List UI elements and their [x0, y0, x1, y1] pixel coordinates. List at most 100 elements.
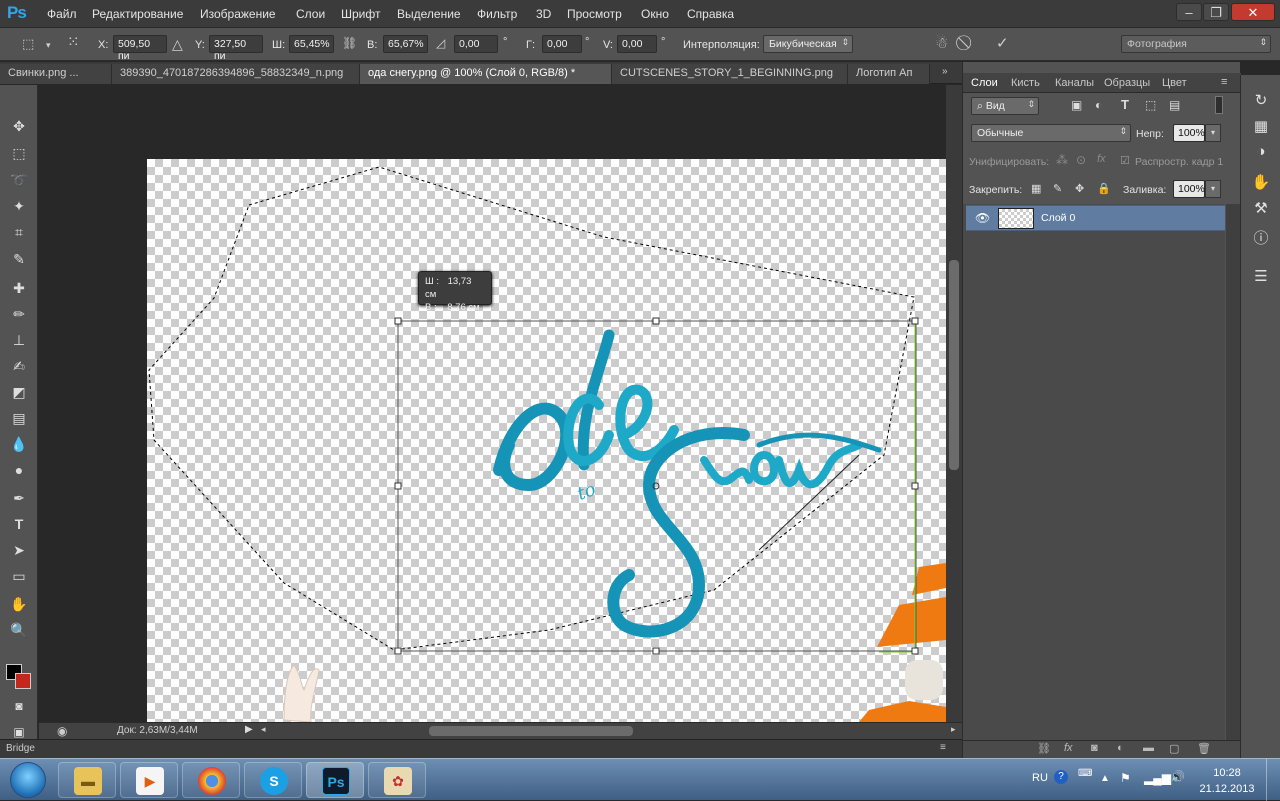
vskew-field[interactable]: 0,00 — [617, 35, 657, 53]
menu-edit[interactable]: Редактирование — [92, 7, 183, 21]
layer-row[interactable]: 👁 Слой 0 — [966, 205, 1225, 231]
scroll-right-icon[interactable]: ▸ — [951, 724, 956, 735]
rotation-field[interactable]: 0,00 — [454, 35, 498, 53]
scroll-left-icon[interactable]: ◂ — [261, 724, 266, 735]
eye-icon[interactable]: 👁 — [975, 211, 990, 225]
history-panel-icon[interactable]: ↻ — [1251, 91, 1271, 111]
minimize-button[interactable]: – — [1176, 3, 1202, 21]
horizontal-scroll-thumb[interactable] — [429, 726, 633, 736]
tab-color[interactable]: Цвет — [1162, 77, 1187, 89]
signal-icon[interactable]: ▂▄▆ — [1144, 771, 1171, 785]
opacity-dropdown-icon[interactable]: ▾ — [1205, 124, 1221, 142]
properties-panel-icon[interactable]: ▦ — [1251, 117, 1271, 137]
transform-tool-icon[interactable]: ⬚ — [22, 36, 34, 52]
panel-menu-icon[interactable]: ≡ — [1221, 76, 1227, 88]
hand-tool-icon[interactable]: ✋ — [7, 593, 31, 615]
marquee-tool-icon[interactable]: ⬚ — [7, 142, 31, 164]
filter-toggle[interactable] — [1215, 96, 1223, 114]
lock-pixels-icon[interactable]: ✎ — [1053, 182, 1062, 195]
tab-document-2[interactable]: 389390_470187286394896_58832349_n.png — [112, 64, 360, 84]
type-tool-icon[interactable]: T — [7, 513, 31, 535]
new-layer-icon[interactable]: ▢ — [1169, 742, 1179, 755]
delta-icon[interactable]: △ — [172, 36, 183, 53]
shape-filter-icon[interactable]: ⬚ — [1145, 98, 1156, 112]
tab-brush[interactable]: Кисть — [1011, 77, 1040, 89]
layer-kind-filter[interactable]: ⌕ Вид — [971, 97, 1039, 115]
tab-document-5[interactable]: Логотип Ап — [848, 64, 930, 84]
healing-brush-tool-icon[interactable]: ✚ — [7, 277, 31, 299]
taskbar-explorer[interactable]: ▬ — [58, 762, 116, 798]
adjustment-layer-icon[interactable]: ◐ — [1117, 742, 1124, 754]
add-mask-icon[interactable]: ◙ — [1091, 742, 1098, 754]
blend-mode-select[interactable]: Обычные — [971, 124, 1131, 142]
mini-bridge-label[interactable]: Bridge — [6, 743, 35, 754]
opacity-field[interactable]: 100% — [1173, 124, 1205, 142]
clock-date[interactable]: 21.12.2013 — [1198, 783, 1256, 795]
fill-field[interactable]: 100% — [1173, 180, 1205, 198]
lock-transparency-icon[interactable]: ▦ — [1031, 182, 1041, 195]
clock-time[interactable]: 10:28 — [1198, 767, 1256, 779]
y-field[interactable]: 327,50 пи — [209, 35, 263, 62]
taskbar-media-player[interactable]: ▶ — [120, 762, 178, 798]
lock-all-icon[interactable]: 🔒 — [1097, 182, 1111, 195]
propagate-checkbox[interactable]: ☑ — [1120, 154, 1130, 167]
commit-transform-icon[interactable]: ✓ — [996, 34, 1009, 52]
rectangle-tool-icon[interactable]: ▭ — [7, 565, 31, 587]
keyboard-icon[interactable]: ⌨ — [1078, 768, 1092, 779]
type-filter-icon[interactable]: T — [1121, 97, 1129, 112]
paragraph-panel-icon[interactable]: ☰ — [1251, 267, 1271, 287]
help-icon[interactable]: ? — [1054, 770, 1068, 784]
vertical-scrollbar[interactable] — [946, 85, 962, 722]
delete-layer-icon[interactable]: 🗑 — [1197, 742, 1211, 755]
info-panel-icon[interactable]: ⓘ — [1251, 227, 1271, 247]
panel-menu-icon[interactable]: ≡ — [940, 742, 946, 753]
unify-position-icon[interactable]: ⁂ — [1056, 153, 1068, 167]
menu-layers[interactable]: Слои — [296, 7, 325, 21]
menu-image[interactable]: Изображение — [200, 7, 276, 21]
status-arrow-icon[interactable]: ▶ — [245, 724, 253, 735]
tab-channels[interactable]: Каналы — [1055, 77, 1094, 89]
fill-dropdown-icon[interactable]: ▾ — [1205, 180, 1221, 198]
start-button[interactable] — [2, 759, 54, 801]
adjustments-panel-icon[interactable]: ◑ — [1251, 143, 1271, 163]
path-selection-tool-icon[interactable]: ➤ — [7, 539, 31, 561]
interpolation-select[interactable]: Бикубическая — [763, 35, 853, 53]
tab-document-4[interactable]: CUTSCENES_STORY_1_BEGINNING.png — [612, 64, 848, 84]
taskbar-skype[interactable]: S — [244, 762, 302, 798]
unify-style-icon[interactable]: fx — [1097, 153, 1106, 165]
taskbar-paint[interactable]: ✿ — [368, 762, 426, 798]
quick-mask-icon[interactable]: ◙ — [7, 695, 31, 717]
unify-visibility-icon[interactable]: ⊙ — [1076, 153, 1086, 167]
layers-scrollbar[interactable] — [1226, 204, 1240, 740]
close-button[interactable]: ✕ — [1231, 3, 1275, 21]
menu-filter[interactable]: Фильтр — [477, 7, 517, 21]
dodge-tool-icon[interactable]: ● — [7, 459, 31, 481]
x-field[interactable]: 509,50 пи — [113, 35, 167, 62]
eyedropper-tool-icon[interactable]: ✎ — [7, 248, 31, 270]
height-field[interactable]: 65,67% — [383, 35, 428, 53]
menu-3d[interactable]: 3D — [536, 7, 551, 21]
smart-object-filter-icon[interactable]: ▤ — [1169, 98, 1180, 112]
tab-layers[interactable]: Слои — [971, 77, 998, 89]
adjustment-filter-icon[interactable]: ◐ — [1095, 98, 1102, 112]
tabs-overflow-icon[interactable]: » — [942, 66, 948, 77]
clone-stamp-tool-icon[interactable]: ⊥ — [7, 329, 31, 351]
workspace-select[interactable]: Фотография — [1121, 35, 1271, 53]
tab-document-active[interactable]: ода снегу.png @ 100% (Слой 0, RGB/8) * — [360, 64, 612, 84]
network-warning-icon[interactable]: ⚑ — [1120, 771, 1131, 785]
history-brush-tool-icon[interactable]: ✍ — [7, 355, 31, 377]
tab-document-1[interactable]: Свинки.png ... — [0, 64, 112, 84]
blur-tool-icon[interactable]: 💧 — [7, 433, 31, 455]
pen-tool-icon[interactable]: ✒ — [7, 487, 31, 509]
language-indicator[interactable]: RU — [1032, 772, 1048, 784]
move-tool-icon[interactable]: ✥ — [7, 115, 31, 137]
chevron-down-icon[interactable]: ▾ — [46, 40, 51, 51]
reference-point-icon[interactable]: ⁙ — [67, 33, 80, 51]
hskew-field[interactable]: 0,00 — [542, 35, 582, 53]
warp-icon[interactable]: ☃ — [935, 34, 948, 52]
layer-name[interactable]: Слой 0 — [1041, 212, 1075, 224]
magic-wand-tool-icon[interactable]: ✦ — [7, 195, 31, 217]
maximize-button[interactable]: ❐ — [1203, 3, 1229, 21]
lock-position-icon[interactable]: ✥ — [1075, 182, 1084, 195]
background-color-swatch[interactable] — [15, 673, 31, 689]
